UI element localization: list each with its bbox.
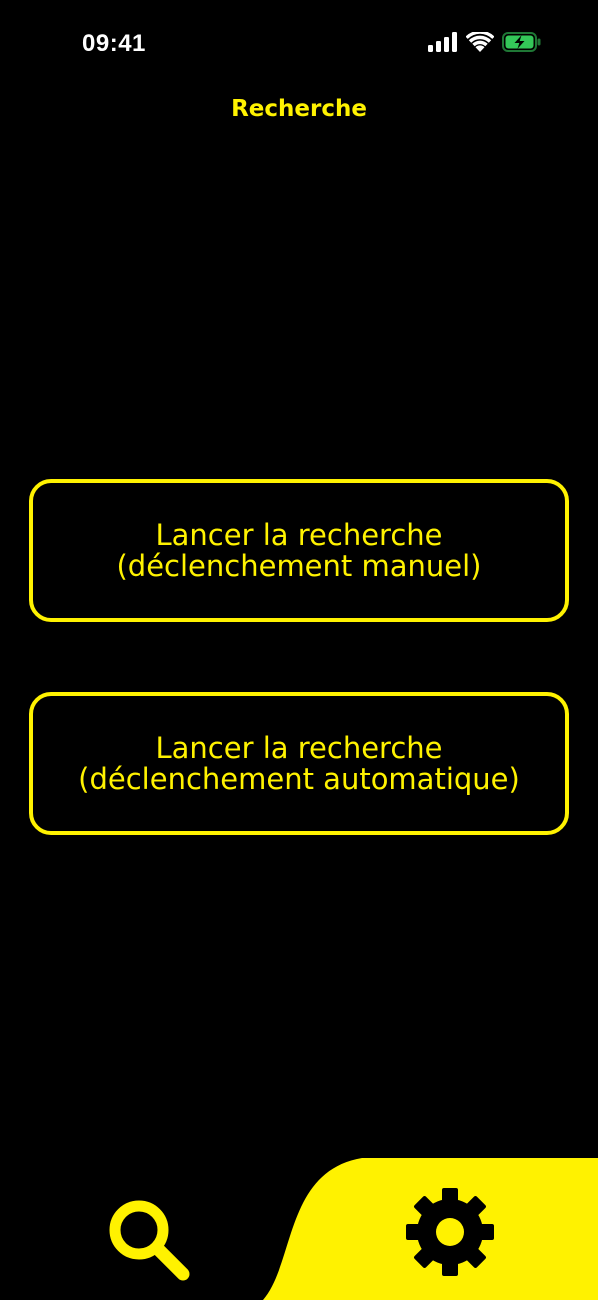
battery-charging-icon xyxy=(502,32,541,52)
tab-search[interactable] xyxy=(104,1195,194,1285)
search-icon xyxy=(109,1200,190,1281)
button-label-line2: (déclenchement manuel) xyxy=(116,548,482,583)
start-search-manual-button[interactable]: Lancer la recherche (déclenchement manue… xyxy=(29,479,569,622)
tab-bar xyxy=(0,1155,598,1300)
status-time: 09:41 xyxy=(82,30,146,57)
button-label-line1: Lancer la recherche xyxy=(155,730,443,765)
wifi-icon xyxy=(466,32,494,52)
page-title: Recherche xyxy=(231,96,367,122)
button-label-line2: (déclenchement automatique) xyxy=(78,761,520,796)
gear-icon xyxy=(406,1188,494,1276)
tab-bar-background xyxy=(263,1158,598,1300)
tab-settings[interactable] xyxy=(403,1185,497,1279)
start-search-automatic-button[interactable]: Lancer la recherche (déclenchement autom… xyxy=(29,692,569,835)
status-bar: 09:41 xyxy=(0,0,598,90)
status-icons xyxy=(428,32,542,52)
cellular-signal-icon xyxy=(428,32,457,52)
button-label-line1: Lancer la recherche xyxy=(155,517,443,552)
